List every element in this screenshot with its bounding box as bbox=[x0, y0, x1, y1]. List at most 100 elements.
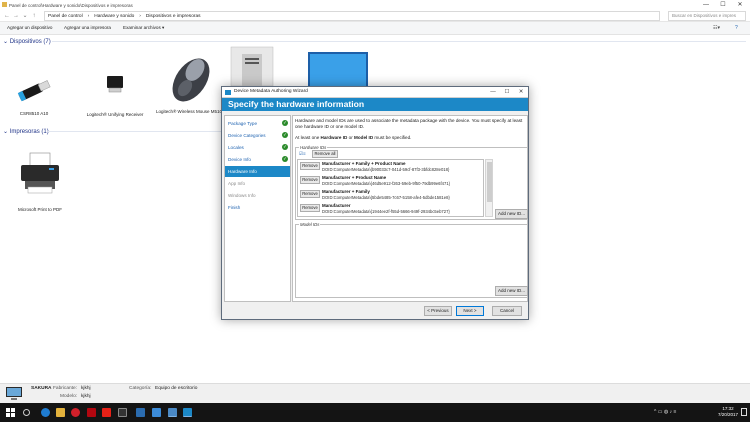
wizard-title: Device Metadata Authoring Wizard bbox=[234, 89, 308, 94]
computer-tower-icon bbox=[230, 46, 273, 87]
app-icon bbox=[225, 90, 231, 95]
step-windows-info: Windows Info bbox=[228, 193, 256, 198]
action-center-icon[interactable] bbox=[741, 408, 747, 416]
wizard-header: Specify the hardware information bbox=[222, 98, 528, 111]
cancel-button[interactable]: Cancel bbox=[492, 306, 522, 316]
check-icon: ✓ bbox=[282, 120, 288, 126]
file-explorer-icon[interactable] bbox=[56, 408, 65, 417]
hardware-ids-list: Remove Manufacturer + Family + Product N… bbox=[297, 159, 484, 217]
description-text: Hardware and model IDs are used to assoc… bbox=[295, 118, 523, 129]
check-icon: ✓ bbox=[282, 144, 288, 150]
folder-icon bbox=[2, 2, 7, 7]
remove-all-button[interactable]: Remove all bbox=[312, 150, 338, 158]
metadata-wizard-dialog: Device Metadata Authoring Wizard — ☐ ✕ S… bbox=[221, 86, 529, 320]
wizard-minimize-button[interactable]: — bbox=[486, 87, 500, 98]
section-devices-heading[interactable]: ⌄ Dispositivos (7) bbox=[3, 38, 51, 45]
command-toolbar: Agregar un dispositivo Agregar una impre… bbox=[0, 22, 750, 35]
hardware-id-value: DOID:ComputerMetadata\{1944ee2f-f55d-566… bbox=[322, 209, 450, 214]
step-package-type[interactable]: Package Type ✓ bbox=[225, 118, 290, 129]
device-item[interactable]: Logitech® Unifying Receiver bbox=[80, 70, 150, 117]
hardware-id-value: DOID:ComputerMetadata\{5bde5485-7c67-515… bbox=[322, 195, 450, 200]
breadcrumb-separator-icon: › bbox=[87, 13, 90, 19]
add-hardware-id-button[interactable]: Add new ID... bbox=[495, 209, 528, 219]
device-item[interactable] bbox=[229, 46, 274, 87]
remove-button[interactable]: Remove bbox=[300, 190, 320, 198]
remove-button[interactable]: Remove bbox=[300, 176, 320, 184]
step-hardware-info[interactable]: Hardware Info bbox=[225, 166, 290, 177]
help-icon[interactable]: ? bbox=[735, 25, 738, 31]
opera-icon[interactable] bbox=[71, 408, 80, 417]
step-device-categories[interactable]: Device Categories ✓ bbox=[225, 130, 290, 141]
address-row: ← → ⌄ ↑ Panel de control › Hardware y so… bbox=[0, 10, 750, 22]
monitor-icon bbox=[308, 52, 368, 88]
collapse-chevron-icon[interactable]: ⌄ bbox=[3, 39, 10, 45]
youtube-icon[interactable] bbox=[102, 408, 111, 417]
wizard-maximize-button[interactable]: ☐ bbox=[500, 87, 514, 98]
clock-date: 7/20/2017 bbox=[717, 412, 739, 417]
up-arrow-icon[interactable]: ↑ bbox=[30, 12, 38, 20]
add-device-button[interactable]: Agregar un dispositivo bbox=[7, 25, 52, 30]
store-icon[interactable] bbox=[152, 408, 161, 417]
collapse-chevron-icon[interactable]: ⌄ bbox=[3, 129, 10, 135]
device-item[interactable]: Microsoft Print to PDF bbox=[8, 150, 72, 212]
media-player-icon[interactable] bbox=[118, 408, 127, 417]
control-panel-icon[interactable] bbox=[168, 408, 177, 417]
modelo-value: kjkhj bbox=[81, 394, 91, 399]
list-item: Remove Manufacturer + Family + Product N… bbox=[298, 160, 483, 173]
system-clock[interactable]: 17:32 7/20/2017 bbox=[716, 406, 740, 418]
fabricante-label: Fabricante: bbox=[53, 386, 77, 391]
breadcrumb-item[interactable]: Dispositivos e impresoras bbox=[146, 14, 201, 19]
wizard-taskbar-icon[interactable] bbox=[183, 408, 192, 417]
notification-tray[interactable]: ^ ▭ ◍ ♪ ≡ bbox=[654, 409, 676, 415]
device-item[interactable] bbox=[308, 52, 368, 89]
taskbar: ^ ▭ ◍ ♪ ≡ 17:32 7/20/2017 bbox=[0, 403, 750, 422]
close-button[interactable]: ✕ bbox=[731, 0, 749, 10]
categoria-value: Equipo de escritorio bbox=[155, 386, 198, 391]
step-locales[interactable]: Locales ✓ bbox=[225, 142, 290, 153]
maximize-button[interactable]: ☐ bbox=[714, 0, 732, 10]
usb-dongle-icon bbox=[17, 80, 51, 102]
remove-button[interactable]: Remove bbox=[300, 162, 320, 170]
scrollbar-thumb[interactable] bbox=[487, 162, 492, 202]
hardware-id-name: Manufacturer + Product Name bbox=[322, 175, 387, 180]
device-item[interactable]: CSR8510 A10 bbox=[6, 70, 62, 116]
search-icon[interactable] bbox=[23, 409, 30, 416]
hardware-ids-group: Hardware IDs ☑≡ Remove all Remove Manufa… bbox=[295, 145, 528, 220]
netflix-icon[interactable] bbox=[87, 408, 96, 417]
computer-name: SAKURA bbox=[31, 386, 52, 391]
recent-chevron-icon[interactable]: ⌄ bbox=[21, 12, 29, 20]
wizard-title-bar: Device Metadata Authoring Wizard — ☐ ✕ bbox=[222, 87, 528, 98]
wizard-heading: Specify the hardware information bbox=[228, 99, 365, 109]
step-finish[interactable]: Finish bbox=[225, 202, 290, 213]
edge-icon[interactable] bbox=[41, 408, 50, 417]
hardware-id-name: Manufacturer + Family + Product Name bbox=[322, 161, 406, 166]
view-options-icon[interactable]: ☷▾ bbox=[713, 25, 720, 31]
add-printer-button[interactable]: Agregar una impresora bbox=[64, 25, 111, 30]
breadcrumb-item[interactable]: Hardware y sonido bbox=[94, 14, 134, 19]
explorer-title-bar: Panel de control\Hardware y sonido\Dispo… bbox=[0, 0, 750, 10]
address-bar[interactable]: Panel de control › Hardware y sonido › D… bbox=[44, 11, 660, 21]
previous-button[interactable]: < Previous bbox=[424, 306, 452, 316]
section-printers-heading[interactable]: ⌄ Impresoras (1) bbox=[3, 128, 49, 135]
printer-icon bbox=[21, 152, 59, 194]
windows-start-icon[interactable] bbox=[6, 408, 15, 417]
hardware-list-scrollbar[interactable] bbox=[485, 159, 493, 217]
browse-files-button[interactable]: Examinar archivos ▾ bbox=[123, 25, 164, 31]
model-ids-label: Model IDs bbox=[299, 222, 321, 227]
step-device-info[interactable]: Device Info ✓ bbox=[225, 154, 290, 165]
forward-arrow-icon[interactable]: → bbox=[12, 12, 20, 20]
device-item[interactable]: Logitech® Wireless Mouse M510 bbox=[155, 52, 223, 114]
breadcrumb-item[interactable]: Panel de control bbox=[48, 14, 83, 19]
requirement-text: At least one Hardware ID or Model ID mus… bbox=[295, 135, 412, 140]
minimize-button[interactable]: — bbox=[697, 0, 715, 10]
add-model-id-button[interactable]: Add new ID... bbox=[495, 286, 528, 296]
select-all-icon[interactable]: ☑≡ bbox=[299, 151, 306, 157]
back-arrow-icon[interactable]: ← bbox=[3, 12, 11, 20]
list-item: Remove Manufacturer + Family DOID:Comput… bbox=[298, 188, 483, 201]
remove-button[interactable]: Remove bbox=[300, 204, 320, 212]
search-input[interactable]: Buscar en Dispositivos e impres bbox=[668, 11, 746, 21]
next-button[interactable]: Next > bbox=[456, 306, 484, 316]
photos-icon[interactable] bbox=[136, 408, 145, 417]
wizard-close-button[interactable]: ✕ bbox=[514, 87, 528, 98]
mouse-icon bbox=[172, 58, 210, 102]
